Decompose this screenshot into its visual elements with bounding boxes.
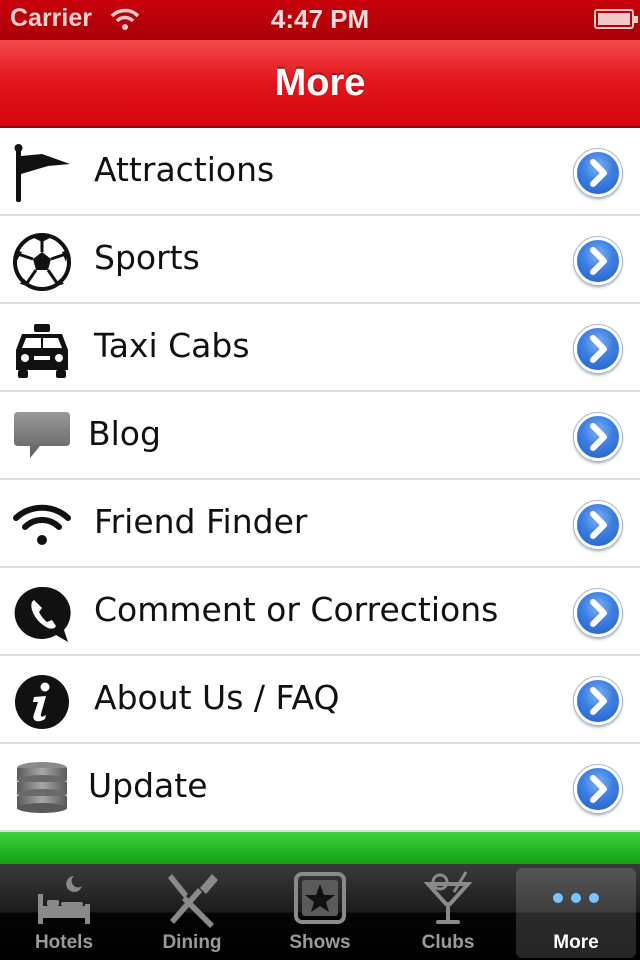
tab-label: Shows — [289, 932, 351, 953]
menu-item-label: Attractions — [94, 150, 275, 189]
cocktail-icon — [423, 871, 473, 924]
flag-icon — [14, 144, 70, 202]
tab-more[interactable]: More — [512, 864, 640, 960]
tab-bar: Hotels Dining Shows Clubs More — [0, 864, 640, 960]
star-icon — [294, 872, 346, 924]
disclosure-chevron-icon[interactable] — [574, 325, 622, 373]
menu-item-label: Taxi Cabs — [94, 326, 250, 365]
tab-label: Dining — [162, 932, 222, 953]
disclosure-chevron-icon[interactable] — [574, 501, 622, 549]
menu-item-about-us-faq[interactable]: About Us / FAQ — [0, 656, 640, 744]
tab-label: More — [553, 932, 599, 953]
more-dots-icon — [553, 893, 599, 903]
menu-item-attractions[interactable]: Attractions — [0, 128, 640, 216]
menu-item-label: Update — [88, 766, 208, 805]
disclosure-chevron-icon[interactable] — [574, 237, 622, 285]
soccer-ball-icon — [13, 233, 71, 291]
tab-dining[interactable]: Dining — [128, 864, 256, 960]
wifi-icon — [13, 504, 71, 545]
taxi-icon — [16, 324, 68, 378]
tab-label: Hotels — [34, 932, 94, 953]
tab-hotels[interactable]: Hotels — [0, 864, 128, 960]
disclosure-chevron-icon[interactable] — [574, 589, 622, 637]
tab-clubs[interactable]: Clubs — [384, 864, 512, 960]
disclosure-chevron-icon[interactable] — [574, 149, 622, 197]
more-menu-list: Attractions Sports Taxi Cabs Blog Friend… — [0, 128, 640, 832]
battery-icon — [594, 9, 638, 29]
tab-label: Clubs — [421, 932, 475, 953]
speech-bubble-icon — [14, 412, 70, 458]
info-icon — [15, 675, 69, 729]
tab-shows[interactable]: Shows — [256, 864, 384, 960]
disclosure-chevron-icon[interactable] — [574, 413, 622, 461]
navigation-bar: More — [0, 40, 640, 128]
menu-item-label: About Us / FAQ — [94, 678, 340, 717]
ad-banner-strip — [0, 832, 640, 864]
disclosure-chevron-icon[interactable] — [574, 677, 622, 725]
status-bar: Carrier 4:47 PM — [0, 0, 640, 40]
clock: 4:47 PM — [270, 4, 370, 34]
menu-item-comment-or-corrections[interactable]: Comment or Corrections — [0, 568, 640, 656]
menu-item-label: Comment or Corrections — [94, 590, 499, 629]
menu-item-label: Friend Finder — [94, 502, 308, 541]
menu-item-sports[interactable]: Sports — [0, 216, 640, 304]
menu-item-label: Sports — [94, 238, 200, 277]
menu-item-friend-finder[interactable]: Friend Finder — [0, 480, 640, 568]
menu-item-taxi-cabs[interactable]: Taxi Cabs — [0, 304, 640, 392]
menu-item-update[interactable]: Update — [0, 744, 640, 832]
fork-knife-icon — [168, 874, 218, 928]
disclosure-chevron-icon[interactable] — [574, 765, 622, 813]
menu-item-label: Blog — [88, 414, 161, 453]
bed-icon — [38, 876, 90, 924]
menu-item-blog[interactable]: Blog — [0, 392, 640, 480]
phone-bubble-icon — [14, 586, 71, 642]
database-icon — [17, 762, 67, 813]
page-title: More — [274, 62, 366, 104]
